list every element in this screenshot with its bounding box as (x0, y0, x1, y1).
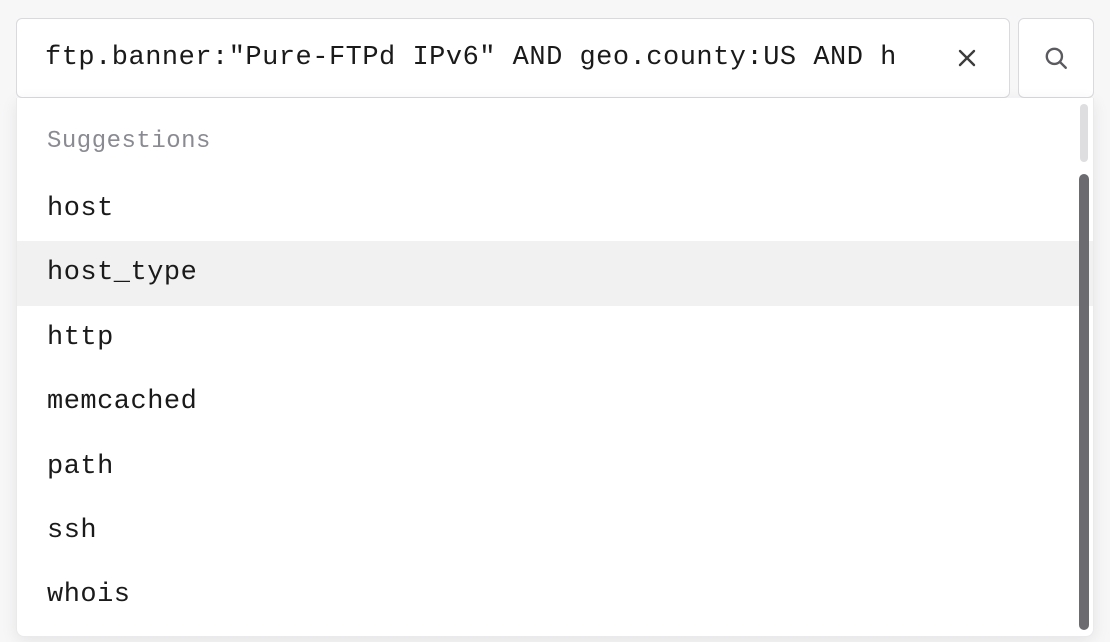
scrollbar-thumb[interactable] (1079, 174, 1089, 630)
search-box (16, 18, 1010, 98)
suggestion-label: whois (47, 580, 131, 610)
suggestion-label: http (47, 323, 114, 353)
suggestion-label: path (47, 452, 114, 482)
suggestion-label: host_type (47, 258, 197, 288)
suggestion-item[interactable]: ssh (17, 499, 1093, 563)
scrollbar-track-segment (1080, 104, 1088, 162)
clear-button[interactable] (945, 36, 989, 80)
suggestion-label: host (47, 194, 114, 224)
search-icon (1043, 45, 1069, 71)
suggestion-item[interactable]: whois (17, 563, 1093, 627)
search-row (16, 18, 1094, 98)
search-input[interactable] (45, 43, 945, 73)
suggestion-item[interactable]: host_type (17, 241, 1093, 305)
suggestion-label: ssh (47, 516, 97, 546)
suggestion-item[interactable]: path (17, 435, 1093, 499)
suggestions-dropdown: Suggestions host host_type http memcache… (16, 98, 1094, 637)
close-icon (955, 46, 979, 70)
suggestions-header: Suggestions (17, 98, 1093, 177)
suggestion-item[interactable]: memcached (17, 370, 1093, 434)
scrollbar[interactable] (1077, 104, 1091, 630)
suggestions-inner: Suggestions host host_type http memcache… (17, 98, 1093, 636)
search-button[interactable] (1018, 18, 1094, 98)
suggestion-label: memcached (47, 387, 197, 417)
suggestion-item[interactable]: http (17, 306, 1093, 370)
suggestion-item[interactable]: host (17, 177, 1093, 241)
search-container (0, 0, 1110, 98)
